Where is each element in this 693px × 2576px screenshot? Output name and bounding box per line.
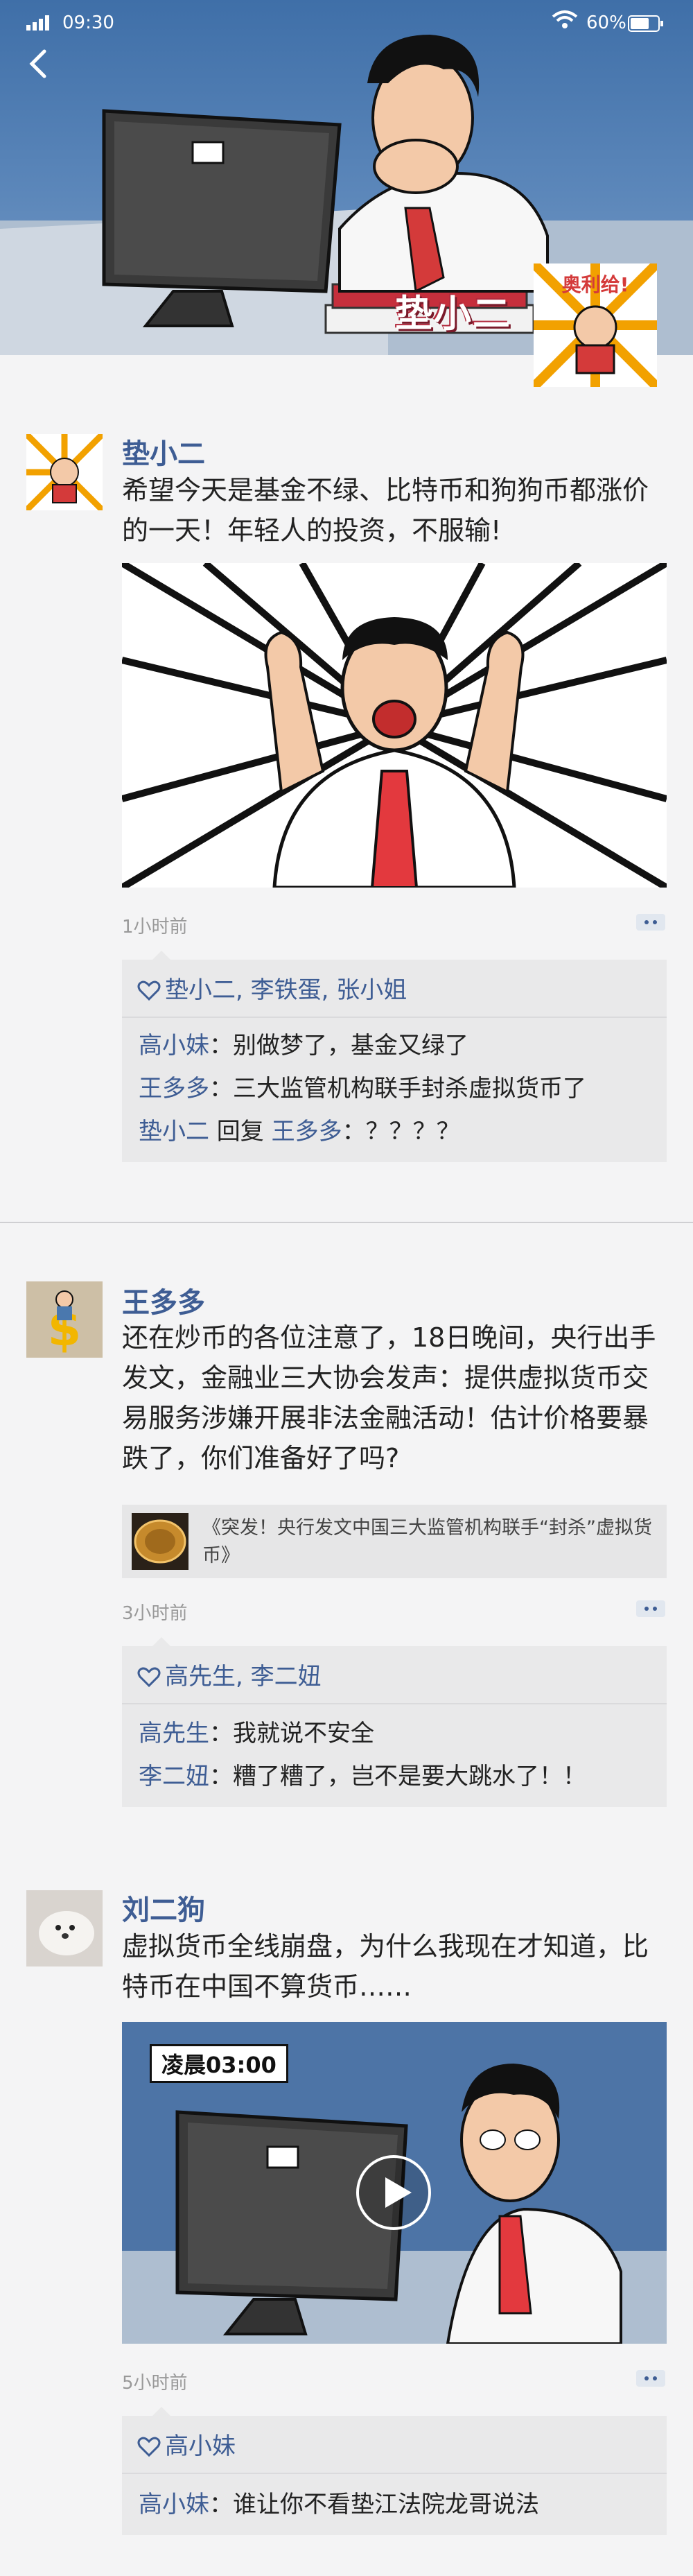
- link-title: 《突发！央行发文中国三大监管机构联手“封杀”虚拟货币》: [202, 1517, 652, 1566]
- comment-text: 我就说不安全: [233, 1720, 374, 1747]
- comment-sep: ：: [209, 1720, 233, 1747]
- comment-text: 别做梦了，基金又绿了: [233, 1032, 468, 1060]
- likes-names[interactable]: 垫小二, 李铁蛋, 张小姐: [165, 976, 407, 1004]
- comment-caret: [152, 2407, 170, 2416]
- comment[interactable]: 高小妹：谁让你不看垫江法院龙哥说法: [139, 2485, 539, 2519]
- comment-text: 糟了糟了，岂不是要大跳水了！！: [233, 1763, 586, 1790]
- comment-box: 高先生, 李二妞 高先生：我就说不安全 李二妞：糟了糟了，岂不是要大跳水了！！: [122, 1637, 667, 1807]
- link-card[interactable]: 《突发！央行发文中国三大监管机构联手“封杀”虚拟货币》: [122, 1505, 667, 1578]
- play-button[interactable]: [356, 2155, 431, 2230]
- comment[interactable]: 王多多：三大监管机构联手封杀虚拟货币了: [139, 1069, 586, 1103]
- comment-caret: [152, 1637, 170, 1646]
- comment-author[interactable]: 李二妞: [139, 1763, 209, 1790]
- video-label: 凌晨03:00: [150, 2044, 288, 2083]
- battery-icon: [628, 15, 663, 32]
- status-bar: 09:30 60%: [0, 0, 693, 49]
- comment-box: 高小妹 高小妹：谁让你不看垫江法院龙哥说法: [122, 2407, 667, 2535]
- post-text: 虚拟货币全线崩盘，为什么我现在才知道，比特币在中国不算货币……: [122, 1931, 649, 2002]
- likes-names[interactable]: 高先生, 李二妞: [165, 1663, 322, 1691]
- play-icon: [385, 2177, 412, 2208]
- cover-badge-text: 奥利给!: [562, 273, 629, 296]
- section-divider: [0, 1222, 693, 1223]
- post-author[interactable]: 刘二狗: [122, 1887, 205, 1928]
- comment-sep: ：: [209, 2491, 233, 2518]
- reply-to[interactable]: 王多多: [272, 1118, 342, 1146]
- comment-box: 垫小二, 李铁蛋, 张小姐 高小妹：别做梦了，基金又绿了 王多多：三大监管机构联…: [122, 951, 667, 1162]
- likes-row: 高小妹: [137, 2427, 236, 2461]
- back-arrow-icon[interactable]: [18, 43, 60, 85]
- comment[interactable]: 垫小二 回复 王多多：？？？？: [139, 1112, 460, 1146]
- avatar[interactable]: [26, 434, 103, 510]
- link-thumbnail: [132, 1513, 188, 1570]
- reply-word: 回复: [209, 1118, 272, 1146]
- comment[interactable]: 高先生：我就说不安全: [139, 1714, 374, 1748]
- comment-author[interactable]: 高先生: [139, 1720, 209, 1747]
- likes-row: 垫小二, 李铁蛋, 张小姐: [137, 971, 407, 1005]
- comment-divider: [122, 1703, 667, 1704]
- battery-percent: 60%: [586, 12, 626, 33]
- post-text: 希望今天是基金不绿、比特币和狗狗币都涨价的一天！年轻人的投资，不服输!: [122, 475, 649, 546]
- comment-divider: [122, 2473, 667, 2474]
- heart-icon: [137, 2437, 161, 2457]
- comment-text: ？？？？: [365, 1118, 460, 1146]
- comment-sep: ：: [209, 1032, 233, 1060]
- cover-avatar[interactable]: 奥利给!: [534, 263, 657, 387]
- comment-caret: [152, 951, 170, 960]
- likes-names[interactable]: 高小妹: [165, 2432, 236, 2460]
- comment-author[interactable]: 高小妹: [139, 1032, 209, 1060]
- comment[interactable]: 李二妞：糟了糟了，岂不是要大跳水了！！: [139, 1757, 586, 1791]
- more-dots-icon[interactable]: [636, 1600, 665, 1617]
- more-dots-icon[interactable]: [636, 914, 665, 931]
- avatar[interactable]: $: [26, 1281, 103, 1358]
- comment-author[interactable]: 高小妹: [139, 2491, 209, 2518]
- comment-sep: ：: [209, 1763, 233, 1790]
- post-author[interactable]: 王多多: [122, 1280, 205, 1320]
- comment-sep: ：: [209, 1075, 233, 1103]
- comment-text: 三大监管机构联手封杀虚拟货币了: [233, 1075, 586, 1103]
- heart-icon: [137, 980, 161, 1001]
- avatar[interactable]: [26, 1890, 103, 1966]
- more-dots-icon[interactable]: [636, 2370, 665, 2387]
- post-time: 1小时前: [122, 917, 188, 937]
- post-time: 5小时前: [122, 2373, 188, 2394]
- comment-author[interactable]: 垫小二: [139, 1118, 209, 1146]
- cover-name: 垫小二: [395, 292, 511, 336]
- post-author[interactable]: 垫小二: [122, 431, 205, 472]
- comment-text: 谁让你不看垫江法院龙哥说法: [233, 2491, 539, 2518]
- comment-divider: [122, 1017, 667, 1018]
- likes-row: 高先生, 李二妞: [137, 1657, 322, 1691]
- status-time: 09:30: [62, 12, 114, 33]
- comment-sep: ：: [342, 1118, 366, 1146]
- wifi-icon: [552, 10, 578, 28]
- video-player[interactable]: 凌晨03:00: [122, 2022, 667, 2344]
- signal-icon: [26, 15, 49, 31]
- post-time: 3小时前: [122, 1603, 188, 1624]
- heart-icon: [137, 1667, 161, 1688]
- comment-author[interactable]: 王多多: [139, 1075, 209, 1103]
- post-image[interactable]: [122, 563, 667, 888]
- post-text: 还在炒币的各位注意了，18日晚间，央行出手发文，金融业三大协会发声：提供虚拟货币…: [122, 1322, 656, 1473]
- comment[interactable]: 高小妹：别做梦了，基金又绿了: [139, 1026, 468, 1060]
